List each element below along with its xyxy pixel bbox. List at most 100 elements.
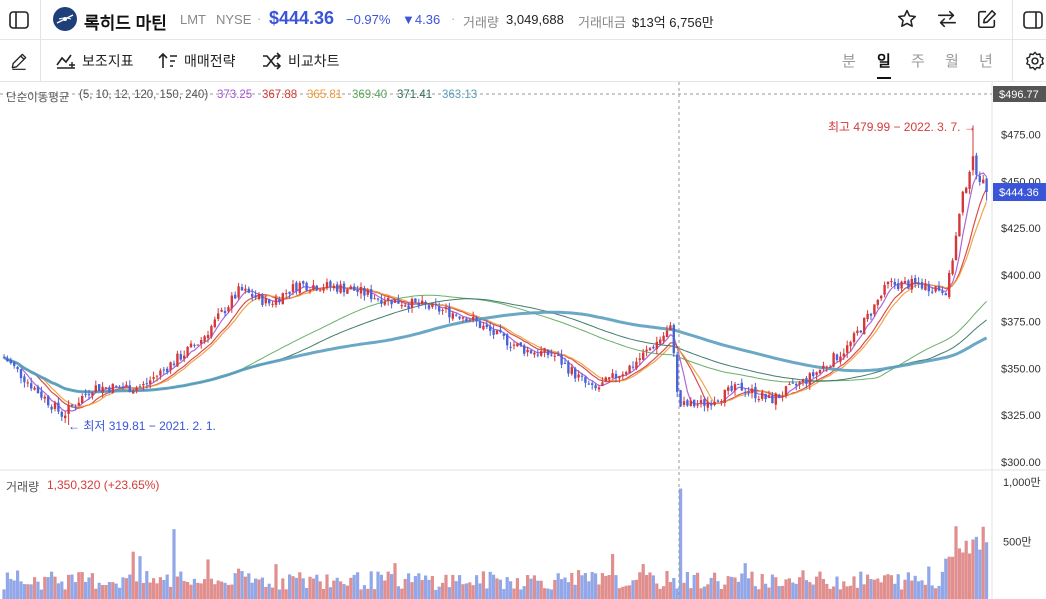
volume-bar [546,588,550,599]
candle-body [261,295,264,306]
timeframe-year[interactable]: 년 [979,50,993,71]
timeframe-minute[interactable]: 분 [842,50,856,71]
candle-body [499,329,502,333]
volume-bar [87,577,91,599]
candle-body [397,300,400,304]
candle-body [495,330,499,335]
drawing-tool-icon[interactable] [6,48,32,74]
volume-bar [332,580,336,599]
volume-bar [410,582,414,599]
high-annotation: 최고 479.99 − 2022. 3. 7. → [828,120,976,134]
candle-body [754,386,757,399]
swap-icon[interactable] [934,6,960,32]
volume-bar [335,577,339,599]
candle-body [421,300,424,305]
price-chart[interactable]: $475.00$450.00$425.00$400.00$375.00$350.… [0,82,1046,599]
volume-bar [798,577,802,599]
volume-bar [179,571,183,599]
candle-body [869,313,873,316]
volume-bar [444,574,448,599]
candle-body [604,377,607,382]
candle-body [781,395,784,397]
compare-button[interactable]: 비교차트 [262,50,340,72]
candle-body [866,313,869,320]
candle-body [461,317,465,319]
candle-body [978,175,981,182]
candle-body [67,405,70,414]
volume-bar [294,577,298,599]
candle-body [876,300,879,305]
candle-body [91,392,94,396]
volume-bar [553,579,557,599]
candle-body [64,415,67,419]
volume-bar [396,586,400,599]
volume-bar [141,582,145,599]
candle-body [968,171,971,189]
volume-bar [509,581,513,599]
volume-bar [121,577,125,599]
candle-body [206,335,210,339]
candle-body [478,321,482,328]
candle-body [240,286,244,291]
candle-body [910,278,913,290]
candle-body [533,352,536,355]
candle-body [975,155,978,175]
candle-body [744,392,747,394]
volume-bar [277,589,281,599]
volume-bar [549,589,553,599]
candle-body [455,314,458,316]
last-price-label: $444.36 [999,187,1039,199]
volume-bar [879,582,883,599]
volume-bar [63,589,67,599]
volume-bar [29,584,33,599]
volume-bar [186,581,190,599]
volume-bar [39,589,43,599]
candle-body [217,313,220,320]
candle-body [716,400,720,402]
volume-bar [723,584,727,599]
volume-bar [451,574,455,599]
candle-body [366,290,369,295]
separator-dot: · [257,11,262,26]
volume-bar [634,579,638,599]
candle-body [169,362,172,371]
ma-line-120 [3,294,987,393]
candle-body [713,401,716,405]
volume-bar [243,576,247,599]
ma-line-12 [3,201,988,408]
volume-bar [917,581,921,599]
candle-body [618,376,621,379]
candle-body [26,382,29,384]
candle-body [774,393,777,405]
candle-body [961,191,964,213]
candle-body [703,399,706,406]
volume-bar [311,578,315,599]
volume-bar [437,586,441,599]
candle-body [907,280,910,289]
timeframe-week[interactable]: 주 [911,50,925,71]
candle-body [954,235,958,260]
candle-body [431,303,434,308]
candle-body [642,352,645,360]
volume-bar [893,583,897,599]
indicators-button[interactable]: 보조지표 [56,50,134,72]
strategy-button[interactable]: 매매전략 [158,50,236,72]
candle-body [920,282,924,289]
volume-bar [896,574,900,599]
candle-body [312,285,315,291]
volume-bar [951,556,955,599]
volume-bar [631,580,635,599]
candle-body [434,303,437,306]
volume-bar [454,581,458,599]
volume-bar [342,584,346,599]
star-icon[interactable] [894,6,920,32]
volume-bar [308,576,312,599]
candle-body [730,385,733,391]
candle-body [278,299,281,303]
sidebar-toggle-icon[interactable] [6,7,32,33]
timeframe-month[interactable]: 월 [945,50,959,71]
settings-gear-icon[interactable] [1022,48,1046,74]
panel-toggle-icon[interactable] [1020,7,1046,33]
edit-icon[interactable] [974,6,1000,32]
timeframe-day[interactable]: 일 [877,50,891,79]
